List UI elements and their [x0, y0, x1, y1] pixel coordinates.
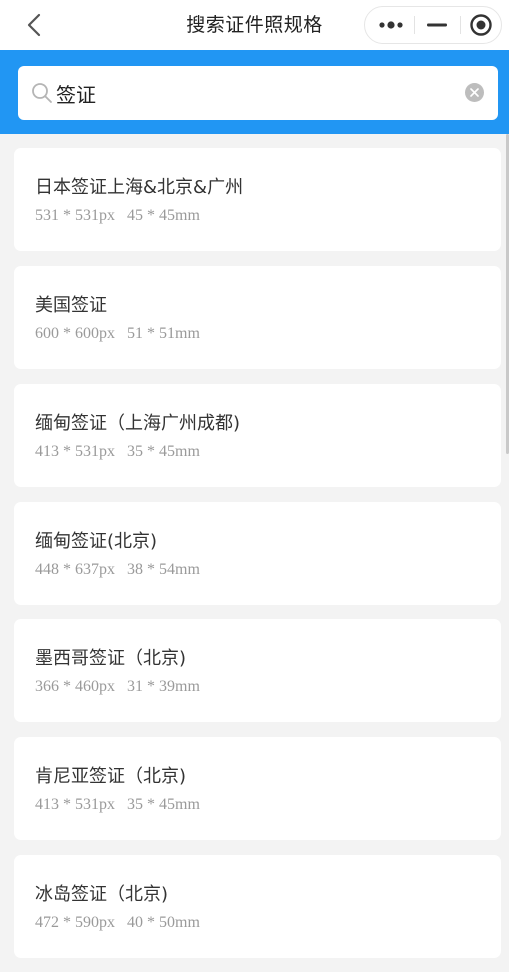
result-size: 472 * 590px 40 * 50mm [35, 914, 200, 932]
result-mm: 35 * 45mm [127, 443, 200, 460]
target-close-icon [470, 14, 492, 36]
result-card[interactable]: 美国签证 600 * 600px 51 * 51mm [14, 266, 501, 369]
result-mm: 45 * 45mm [127, 207, 200, 224]
result-name: 日本签证上海&北京&广州 [35, 177, 244, 198]
result-px: 366 * 460px [35, 678, 115, 695]
minimize-icon [427, 23, 447, 27]
result-size: 413 * 531px 35 * 45mm [35, 796, 200, 814]
result-card[interactable]: 缅甸签证（上海广州成都) 413 * 531px 35 * 45mm [14, 384, 501, 487]
minimize-button[interactable] [415, 7, 459, 43]
result-name: 冰岛签证（北京) [35, 884, 169, 905]
search-icon [32, 83, 52, 103]
result-card[interactable]: 日本签证上海&北京&广州 531 * 531px 45 * 45mm [14, 148, 501, 251]
clear-search-button[interactable] [465, 83, 484, 102]
clear-icon [470, 88, 479, 97]
search-box [18, 66, 498, 120]
more-button[interactable] [369, 7, 413, 43]
result-size: 600 * 600px 51 * 51mm [35, 325, 200, 343]
result-size: 413 * 531px 35 * 45mm [35, 443, 200, 461]
close-button[interactable] [459, 7, 503, 43]
result-name: 肯尼亚签证（北京) [35, 766, 187, 787]
result-name: 缅甸签证(北京) [35, 531, 158, 552]
result-card[interactable]: 缅甸签证(北京) 448 * 637px 38 * 54mm [14, 502, 501, 605]
search-input[interactable] [56, 66, 456, 120]
mini-program-capsule [364, 6, 502, 44]
result-size: 448 * 637px 38 * 54mm [35, 561, 200, 579]
result-mm: 31 * 39mm [127, 678, 200, 695]
result-px: 413 * 531px [35, 796, 115, 813]
result-px: 531 * 531px [35, 207, 115, 224]
result-px: 600 * 600px [35, 325, 115, 342]
search-bar-area [0, 50, 509, 134]
more-dots-icon [379, 21, 403, 29]
navigation-bar: 搜索证件照规格 [0, 0, 509, 50]
result-name: 墨西哥签证（北京) [35, 648, 187, 669]
result-name: 缅甸签证（上海广州成都) [35, 413, 241, 434]
result-card[interactable]: 墨西哥签证（北京) 366 * 460px 31 * 39mm [14, 619, 501, 722]
result-mm: 40 * 50mm [127, 914, 200, 931]
result-name: 美国签证 [35, 295, 107, 316]
result-mm: 51 * 51mm [127, 325, 200, 342]
result-mm: 35 * 45mm [127, 796, 200, 813]
result-px: 472 * 590px [35, 914, 115, 931]
result-card[interactable]: 肯尼亚签证（北京) 413 * 531px 35 * 45mm [14, 737, 501, 840]
result-size: 531 * 531px 45 * 45mm [35, 207, 200, 225]
result-px: 448 * 637px [35, 561, 115, 578]
result-mm: 38 * 54mm [127, 561, 200, 578]
result-px: 413 * 531px [35, 443, 115, 460]
result-size: 366 * 460px 31 * 39mm [35, 678, 200, 696]
result-card[interactable]: 冰岛签证（北京) 472 * 590px 40 * 50mm [14, 855, 501, 958]
